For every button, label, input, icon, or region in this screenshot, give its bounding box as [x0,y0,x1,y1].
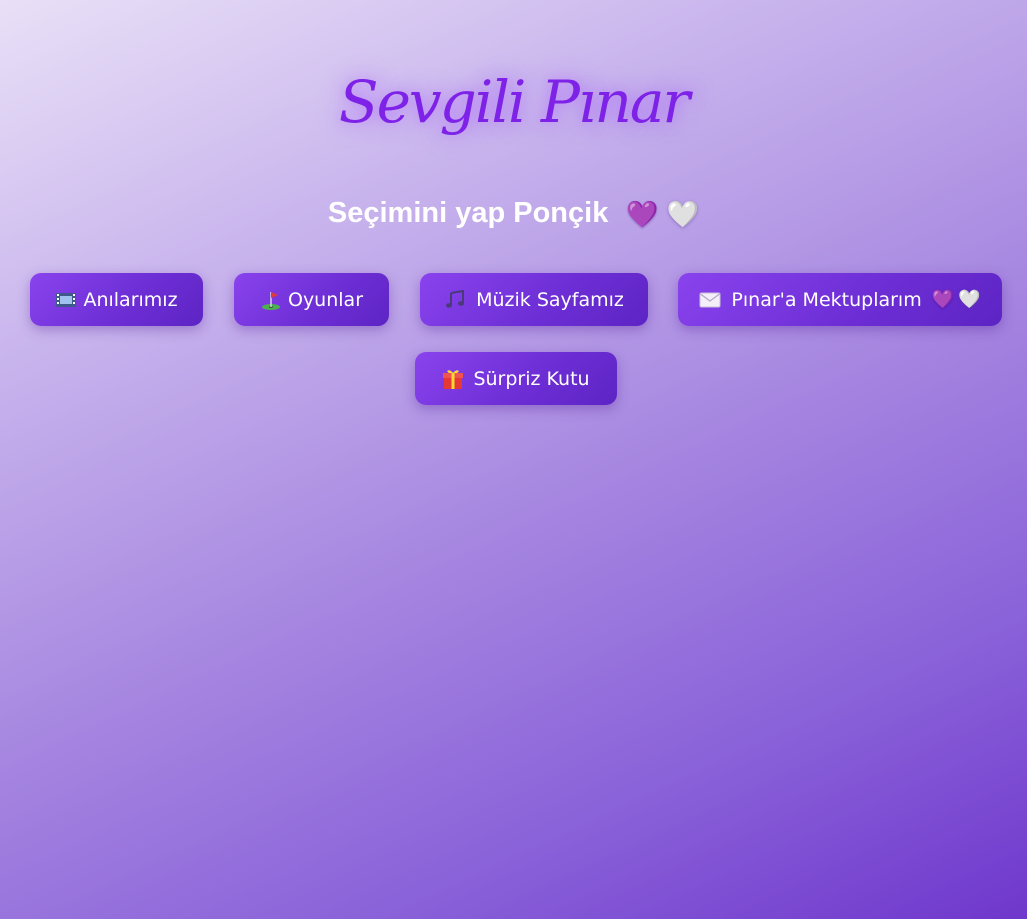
purple-heart-icon: 💜 [931,288,955,310]
surprise-box-button[interactable]: Sürpriz Kutu [415,352,617,405]
white-heart-icon: 🤍 [666,199,700,230]
music-note-icon [444,289,466,310]
letters-button[interactable]: Pınar'a Mektuplarım 💜 🤍 [678,273,1002,326]
games-button[interactable]: Oyunlar [234,273,389,326]
games-label: Oyunlar [287,288,364,311]
music-button[interactable]: Müzik Sayfamız [420,273,648,326]
surprise-box-label: Sürpriz Kutu [473,367,590,390]
letters-label: Pınar'a Mektuplarım [731,288,922,311]
memories-button[interactable]: Anılarımız [30,273,203,326]
golf-flag-icon [260,289,282,311]
white-heart-icon: 🤍 [958,288,981,310]
subtitle-text: Seçimini yap Ponçik [327,197,609,229]
purple-heart-icon: 💜 [626,199,659,230]
page-title: Sevgili Pınar [338,68,690,136]
page-subtitle: Seçimini yap Ponçik 💜 🤍 [0,197,1027,230]
gift-icon [442,368,464,390]
memories-label: Anılarımız [83,288,178,311]
envelope-icon [699,292,721,308]
music-label: Müzik Sayfamız [476,288,624,311]
subtitle-hearts: 💜 🤍 [618,197,699,229]
letters-hearts: 💜 🤍 [928,288,981,310]
film-icon [55,291,77,309]
